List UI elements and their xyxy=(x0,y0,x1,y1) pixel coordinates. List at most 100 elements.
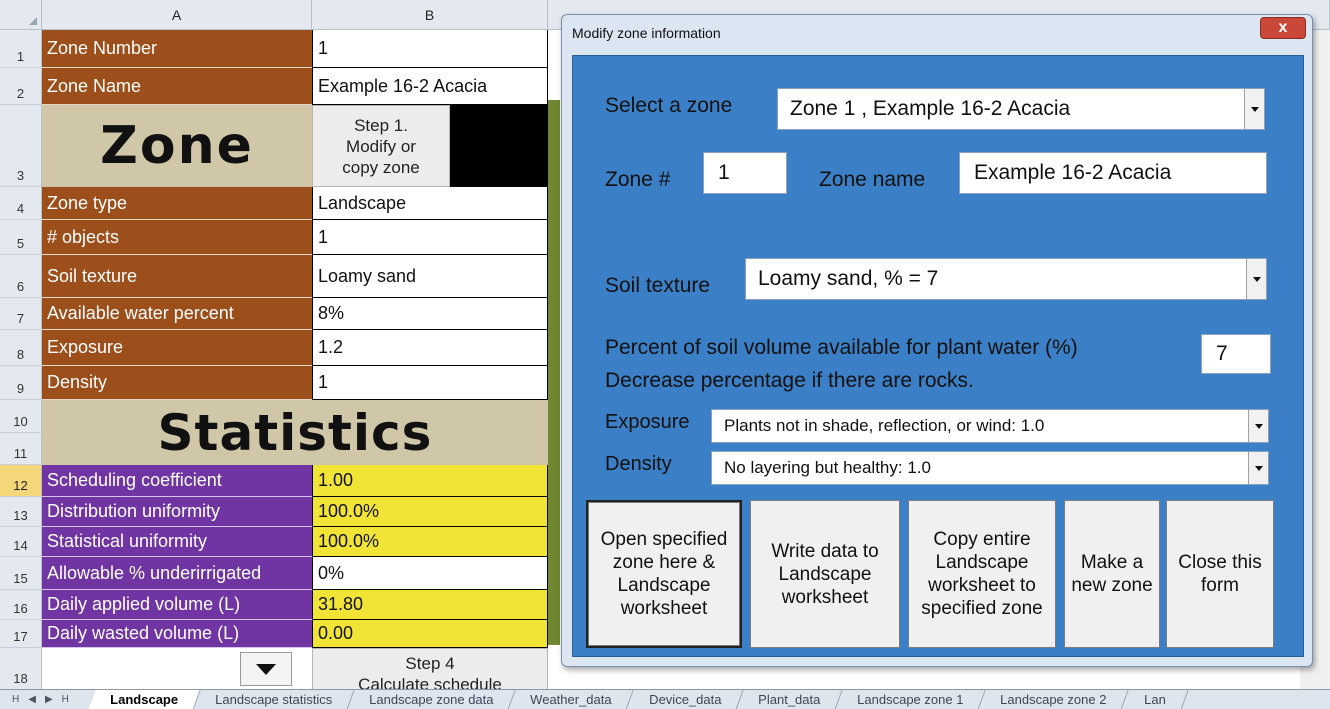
soil-texture-value: Loamy sand, % = 7 xyxy=(758,267,939,290)
daily-wasted-volume-label: Daily wasted volume (L) xyxy=(42,620,312,648)
daily-wasted-volume-cell[interactable]: 0.00 xyxy=(312,620,548,648)
row-header[interactable]: 2 xyxy=(0,68,42,105)
allowable-underirrigated-label: Allowable % underirrigated xyxy=(42,557,312,590)
prev-sheet-icon[interactable]: ◀ xyxy=(28,694,36,705)
zone-number-input[interactable]: 1 xyxy=(703,152,787,194)
background-shape xyxy=(548,100,560,645)
soil-texture-label: Soil texture xyxy=(605,274,711,297)
row-header[interactable]: 9 xyxy=(0,366,42,400)
objects-count-cell[interactable]: 1 xyxy=(312,220,548,255)
dropdown-arrow[interactable] xyxy=(1248,452,1268,484)
exposure-label: Exposure xyxy=(605,411,690,433)
dropdown-button[interactable] xyxy=(240,652,292,686)
row-header[interactable]: 13 xyxy=(0,497,42,527)
row-header[interactable]: 5 xyxy=(0,220,42,255)
zone-type-cell[interactable]: Landscape xyxy=(312,187,548,220)
available-water-label: Available water percent xyxy=(42,298,312,330)
tab-label: Landscape zone data xyxy=(369,691,494,707)
row-header[interactable]: 11 xyxy=(0,433,42,465)
sheet-tab-landscape-zone-data[interactable]: Landscape zone data xyxy=(347,690,516,709)
zone-number-label: Zone Number xyxy=(42,30,312,68)
row-header[interactable]: 1 xyxy=(0,30,42,68)
sheet-tab-partial[interactable]: Lan xyxy=(1122,690,1189,709)
make-new-zone-button[interactable]: Make a new zone xyxy=(1064,500,1160,648)
density-cell[interactable]: 1 xyxy=(312,366,548,400)
tab-label: Landscape zone 1 xyxy=(857,691,964,707)
distribution-uniformity-cell[interactable]: 100.0% xyxy=(312,497,548,527)
tab-label: Lan xyxy=(1143,691,1166,707)
modify-zone-dialog: Modify zone information x Select a zone … xyxy=(561,14,1313,667)
next-sheet-icon[interactable]: ▶ xyxy=(45,694,53,705)
density-value: No layering but healthy: 1.0 xyxy=(724,458,931,477)
available-water-cell[interactable]: 8% xyxy=(312,298,548,330)
row-header[interactable]: 16 xyxy=(0,590,42,620)
exposure-dropdown[interactable]: Plants not in shade, reflection, or wind… xyxy=(711,409,1269,443)
row-header[interactable]: 15 xyxy=(0,557,42,590)
tab-label: Landscape zone 2 xyxy=(1000,691,1107,707)
percent-available-label: Percent of soil volume available for pla… xyxy=(605,336,1078,359)
zone-name-cell[interactable]: Example 16-2 Acacia xyxy=(312,68,548,105)
sheet-tab-weather-data[interactable]: Weather_data xyxy=(508,690,635,709)
row-header[interactable]: 14 xyxy=(0,527,42,557)
copy-worksheet-button[interactable]: Copy entire Landscape worksheet to speci… xyxy=(908,500,1056,648)
zone-number-cell[interactable]: 1 xyxy=(312,30,548,68)
distribution-uniformity-label: Distribution uniformity xyxy=(42,497,312,527)
soil-texture-cell[interactable]: Loamy sand xyxy=(312,255,548,298)
dropdown-arrow[interactable] xyxy=(1244,89,1264,129)
select-zone-dropdown[interactable]: Zone 1 , Example 16-2 Acacia xyxy=(777,88,1265,130)
row-header[interactable]: 17 xyxy=(0,620,42,648)
column-header-a[interactable]: A xyxy=(42,0,312,30)
row-header[interactable]: 8 xyxy=(0,330,42,366)
row-header[interactable]: 6 xyxy=(0,255,42,298)
tab-navigation: H ◀ ▶ H xyxy=(0,694,92,705)
scheduling-coefficient-cell[interactable]: 1.00 xyxy=(312,465,548,497)
zone-type-label: Zone type xyxy=(42,187,312,220)
sheet-tab-device-data[interactable]: Device_data xyxy=(627,690,744,709)
dropdown-arrow[interactable] xyxy=(1248,410,1268,442)
zone-number-label: Zone # xyxy=(605,168,671,191)
row-header[interactable]: 7 xyxy=(0,298,42,330)
zone-name-label: Zone Name xyxy=(42,68,312,105)
tab-label: Landscape xyxy=(110,691,179,707)
soil-texture-dropdown[interactable]: Loamy sand, % = 7 xyxy=(745,258,1267,300)
sheet-tab-landscape-statistics[interactable]: Landscape statistics xyxy=(193,690,355,709)
percent-available-input[interactable]: 7 xyxy=(1201,334,1271,374)
first-sheet-icon[interactable]: H xyxy=(12,694,19,705)
daily-applied-volume-cell[interactable]: 31.80 xyxy=(312,590,548,620)
tab-label: Weather_data xyxy=(530,691,612,707)
tab-label: Plant_data xyxy=(758,691,821,707)
row-header[interactable]: 18 xyxy=(0,648,42,690)
zone-banner: Zone xyxy=(42,105,312,187)
sheet-tab-landscape-zone-2[interactable]: Landscape zone 2 xyxy=(978,690,1130,709)
close-icon[interactable]: x xyxy=(1260,17,1306,39)
exposure-cell[interactable]: 1.2 xyxy=(312,330,548,366)
row-header[interactable]: 4 xyxy=(0,187,42,220)
dropdown-arrow[interactable] xyxy=(1246,259,1266,299)
column-header-b[interactable]: B xyxy=(312,0,548,30)
statistical-uniformity-cell[interactable]: 100.0% xyxy=(312,527,548,557)
zone-name-input[interactable]: Example 16-2 Acacia xyxy=(959,152,1267,194)
scheduling-coefficient-label: Scheduling coefficient xyxy=(42,465,312,497)
step4-line: Calculate schedule xyxy=(358,675,502,690)
row-header[interactable]: 3 xyxy=(0,105,42,187)
row-header[interactable]: 10 xyxy=(0,400,42,433)
tab-label: Landscape statistics xyxy=(215,691,333,707)
open-zone-button[interactable]: Open specified zone here & Landscape wor… xyxy=(586,500,742,648)
step1-modify-copy-zone-button[interactable]: Step 1. Modify or copy zone xyxy=(312,105,450,187)
last-sheet-icon[interactable]: H xyxy=(62,694,69,705)
objects-count-label: # objects xyxy=(42,220,312,255)
row-header-selected[interactable]: 12 xyxy=(0,465,42,497)
sheet-tab-landscape-zone-1[interactable]: Landscape zone 1 xyxy=(835,690,987,709)
step1-line: copy zone xyxy=(342,157,420,177)
select-all-corner[interactable] xyxy=(0,0,42,30)
select-all-icon xyxy=(29,17,37,25)
sheet-tab-plant-data[interactable]: Plant_data xyxy=(736,690,843,709)
step4-calculate-schedule-button[interactable]: Step 4 Calculate schedule xyxy=(312,648,548,690)
density-dropdown[interactable]: No layering but healthy: 1.0 xyxy=(711,451,1269,485)
close-form-button[interactable]: Close this form xyxy=(1166,500,1274,648)
chevron-down-icon xyxy=(1252,276,1261,282)
sheet-tab-landscape[interactable]: Landscape xyxy=(88,690,201,709)
write-data-button[interactable]: Write data to Landscape worksheet xyxy=(750,500,900,648)
allowable-underirrigated-cell[interactable]: 0% xyxy=(312,557,548,590)
daily-applied-volume-label: Daily applied volume (L) xyxy=(42,590,312,620)
